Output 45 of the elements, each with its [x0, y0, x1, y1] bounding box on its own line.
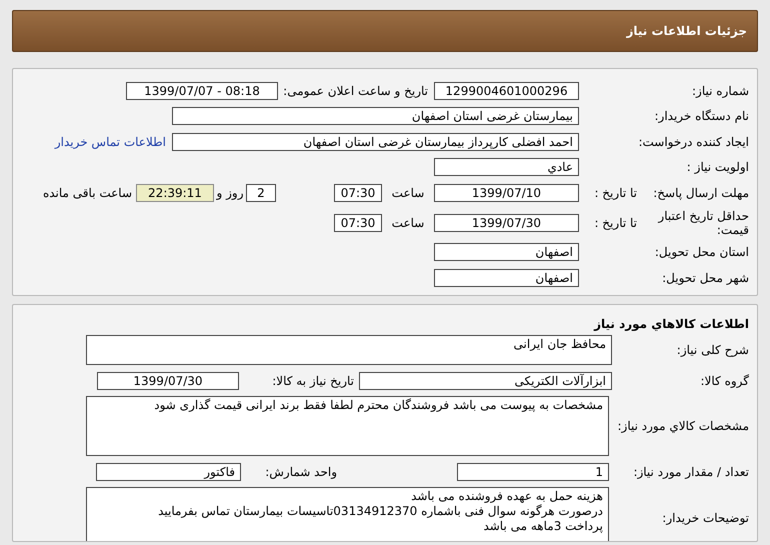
field-label: مشخصات کالاي مورد نیاز: — [616, 419, 749, 433]
field-label: اولویت نیاز : — [686, 160, 749, 174]
field-label: تا تاریخ : — [593, 216, 637, 230]
text-field[interactable]: 22:39:11 — [136, 184, 214, 202]
field-label: تعداد / مقدار مورد نیاز: — [632, 464, 749, 478]
text-field[interactable]: محافظ جان ایرانی — [86, 335, 612, 365]
text-field[interactable]: احمد افضلی کارپرداز بیمارستان غرضی استان اصفهان — [172, 132, 579, 151]
field-label: ایجاد کننده درخواست: — [637, 134, 749, 149]
field-label: تا تاریخ : — [593, 186, 637, 200]
time-label: ساعت — [390, 216, 426, 230]
field-label: واحد شمارش: — [264, 464, 338, 478]
text-field[interactable]: 1399/07/10 — [434, 184, 579, 202]
field-label: تاریخ نیاز به کالا: — [271, 374, 355, 388]
notes-field[interactable]: هزینه حمل به عهده فروشنده می باشد درصورت هرگونه سوال فنی باشماره 03134912370تاسیسات بیمارستان تماس بفرمایید پرداخت 3ماهه می باشد — [86, 487, 609, 541]
text-field[interactable]: 1 — [457, 462, 609, 480]
field-label: توضیحات خریدار: — [661, 511, 749, 525]
field-label: مهلت ارسال پاسخ: — [652, 186, 749, 200]
text-field[interactable]: 07:30 — [334, 214, 382, 232]
text-field[interactable]: اصفهان — [434, 268, 579, 287]
time-label: ساعت — [390, 186, 426, 200]
field-label: شهر محل تحویل: — [661, 270, 749, 285]
text-field[interactable]: عادي — [434, 158, 579, 176]
text-field[interactable]: فاکتور — [96, 462, 241, 480]
text-field[interactable]: بیمارستان غرضی استان اصفهان — [172, 107, 579, 126]
text-field[interactable]: 07:30 — [334, 184, 382, 202]
remaining-label: ساعت باقی مانده — [42, 186, 133, 200]
field-label: گروه کالا: — [700, 374, 749, 388]
contact-link[interactable]: اطلاعات تماس خریدار — [54, 134, 166, 149]
text-field[interactable]: مشخصات به پیوست می باشد فروشندگان محترم لطفا فقط برند ایرانی قیمت گذاری شود — [86, 396, 609, 456]
field-label: حداقل تاریخ اعتبار قیمت: — [656, 208, 749, 236]
field-label: تاریخ و ساعت اعلان عمومی: — [282, 84, 429, 98]
header-title: جزئیات اطلاعات نیاز — [626, 24, 747, 38]
section-title: اطلاعات کالاهاي مورد نیاز — [594, 317, 749, 331]
days-label: روز و — [215, 186, 244, 200]
text-field[interactable]: 1399/07/07 - 08:18 — [126, 82, 278, 100]
text-field[interactable]: اصفهان — [434, 243, 579, 262]
text-field[interactable]: 1399/07/30 — [434, 214, 579, 232]
field-label: نام دستگاه خریدار: — [654, 109, 749, 124]
text-field[interactable]: 1399/07/30 — [97, 372, 239, 390]
field-label: استان محل تحویل: — [654, 245, 749, 260]
text-field[interactable]: ابزارآلات الکتریکی — [359, 372, 612, 390]
text-field[interactable]: 1299004601000296 — [434, 82, 579, 100]
field-label: شماره نیاز: — [691, 84, 749, 98]
text-field[interactable]: 2 — [246, 184, 276, 202]
field-label: شرح کلی نیاز: — [676, 343, 749, 357]
